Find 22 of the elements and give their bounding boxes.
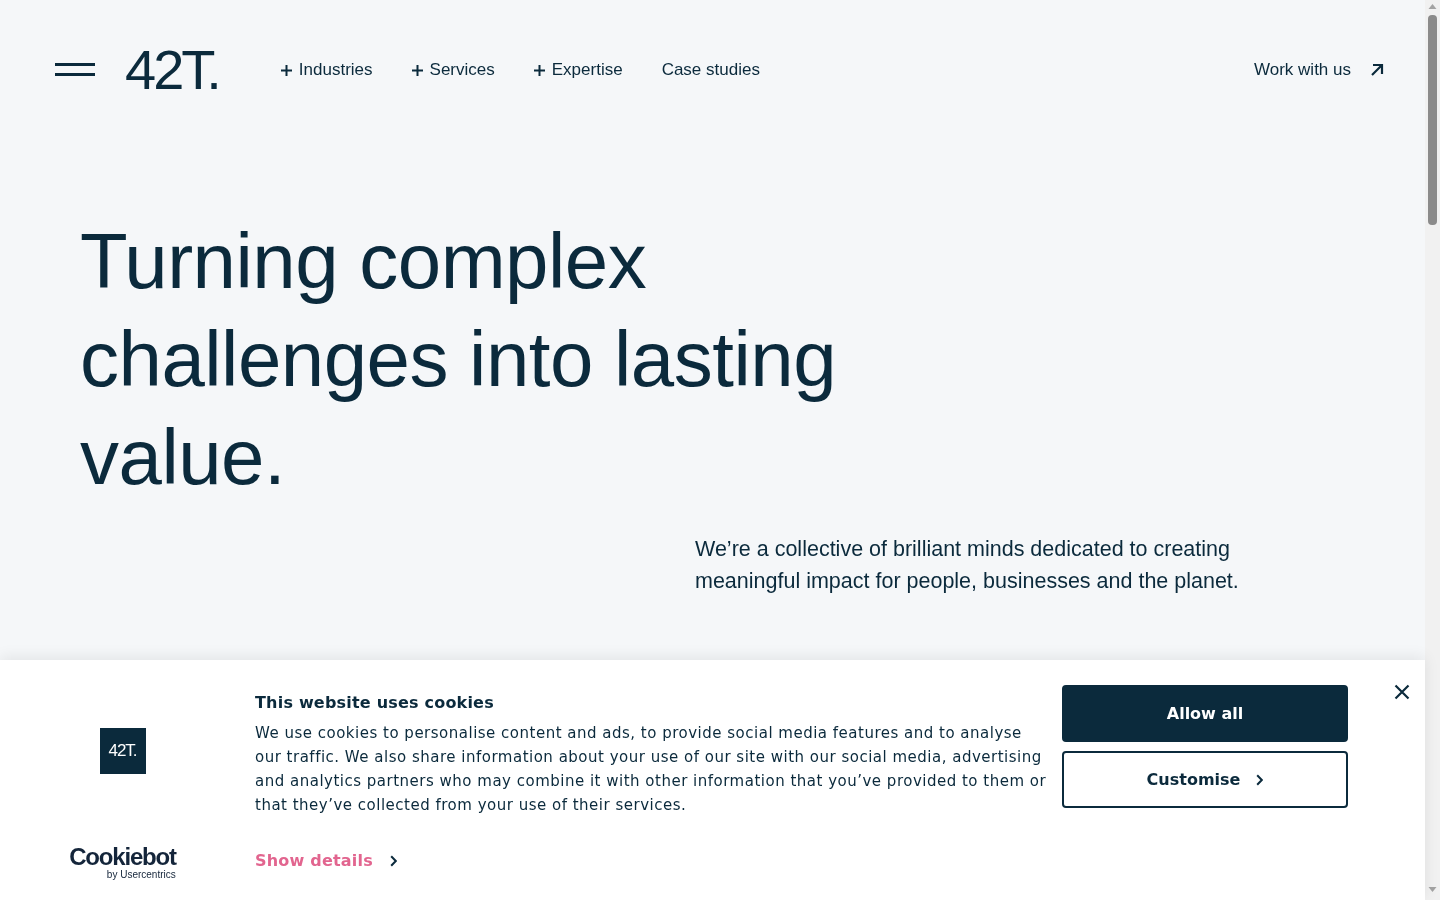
scrollbar[interactable]: [1425, 0, 1440, 900]
close-icon: [1394, 684, 1410, 700]
cookie-title: This website uses cookies: [255, 693, 494, 713]
provider-logo-text: Cookiebot: [69, 845, 176, 869]
brand-logo: 42T.: [99, 728, 146, 774]
hero-heading: Turning complex challenges into lasting value.: [80, 216, 837, 503]
nav-link[interactable]: Expertise: [533, 57, 623, 83]
nav-link[interactable]: Case studies: [661, 57, 760, 83]
close-button[interactable]: [1394, 684, 1410, 700]
allow-all-button[interactable]: Allow all: [1062, 685, 1348, 742]
chevron-right-icon: [389, 855, 397, 868]
cookie-description: We use cookies to personalise content and ads, to provide social media features and to analyse our traffic. We also share information about your use of our site with our social media, advertising and analytics partners who may combine it with other information that you’ve provided to them or that they’ve collected from your use of their services.: [255, 723, 1048, 817]
nav-link[interactable]: Services: [411, 57, 495, 83]
work-with-us-link[interactable]: Work with us: [1254, 57, 1384, 83]
customise-button[interactable]: Customise: [1062, 751, 1348, 808]
nav-link[interactable]: Industries: [280, 57, 373, 83]
hero-intro: We’re a collective of brilliant minds dedicated to creating meaningful impact for people, businesses and the planet.: [695, 536, 1240, 595]
menu-icon[interactable]: [55, 63, 95, 77]
arrow-up-right-icon: [1370, 63, 1384, 77]
brand-logo[interactable]: 42T.: [125, 42, 219, 98]
provider-tagline: by Usercentrics: [106, 870, 176, 880]
chevron-right-icon: [1256, 773, 1264, 786]
